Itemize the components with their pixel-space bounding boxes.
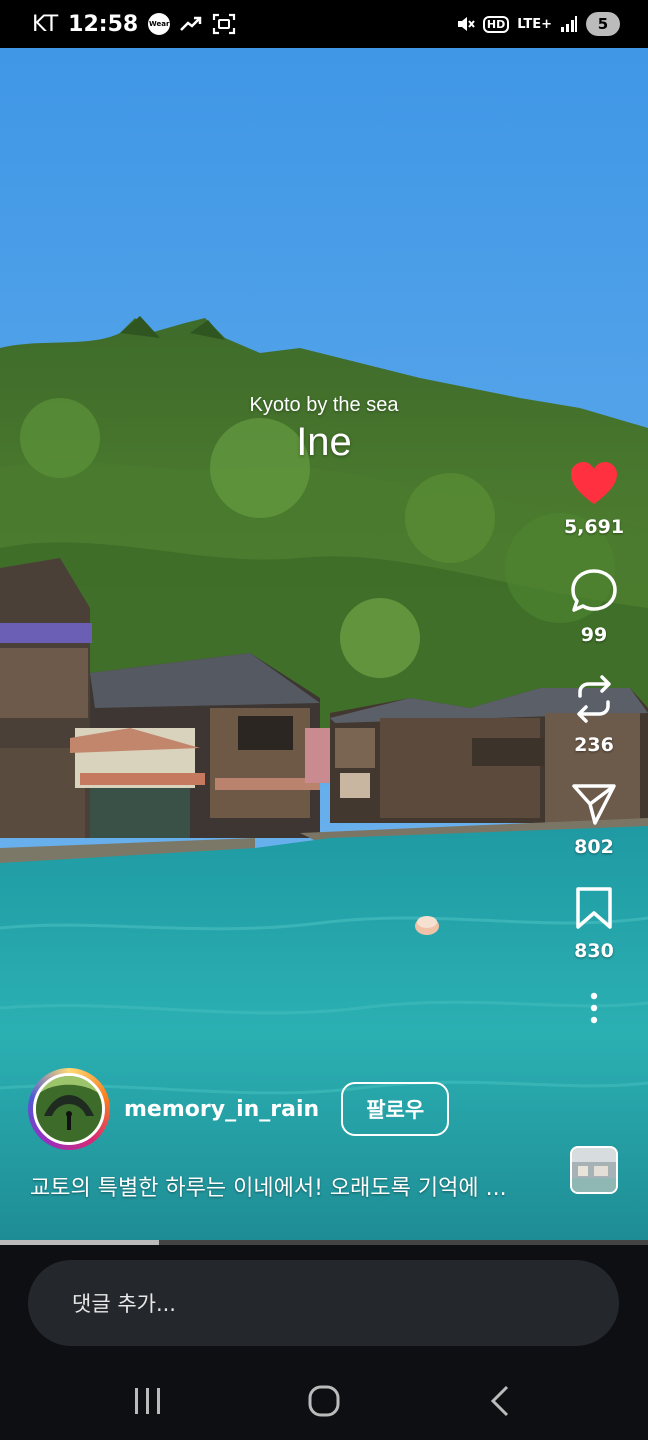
audio-thumbnail[interactable] [570, 1146, 618, 1194]
caption-text[interactable]: 교토의 특별한 하루는 이네에서! 오래도록 기억에 ... [30, 1170, 507, 1202]
repost-icon [572, 674, 616, 728]
back-icon [488, 1384, 512, 1422]
bookmark-icon [574, 886, 614, 934]
repost-button[interactable]: 236 [572, 674, 616, 756]
trend-icon [180, 16, 202, 32]
system-nav-bar [0, 1365, 648, 1440]
send-icon [571, 782, 617, 830]
repost-count: 236 [574, 734, 614, 756]
reel-video[interactable]: Kyoto by the sea Ine 5,691 99 236 802 83… [0, 48, 648, 1242]
bottom-bar: 댓글 추가... [0, 1245, 648, 1440]
battery-icon: 5 [586, 12, 620, 36]
more-options-button[interactable] [589, 992, 599, 1028]
status-bar: KT 12:58 Wear HD LTE+ 5 [0, 0, 648, 48]
mute-icon [455, 14, 475, 34]
save-count: 830 [574, 940, 614, 962]
heart-icon [569, 460, 619, 510]
screen-capture-icon [212, 13, 236, 35]
recent-apps-icon [132, 1387, 164, 1419]
like-count: 5,691 [563, 516, 625, 538]
home-button[interactable] [294, 1373, 354, 1433]
like-button[interactable]: 5,691 [564, 460, 624, 538]
more-vertical-icon [589, 992, 599, 1028]
wear-icon: Wear [148, 13, 171, 35]
home-icon [307, 1384, 341, 1422]
hd-voice-icon: HD [482, 15, 510, 33]
carrier-label: KT [32, 11, 59, 37]
clock: 12:58 [68, 11, 139, 37]
share-count: 802 [574, 836, 614, 858]
comment-button[interactable]: 99 [570, 568, 618, 646]
comment-count: 99 [580, 624, 608, 646]
recent-apps-button[interactable] [118, 1373, 178, 1433]
author-row: memory_in_rain 팔로우 [28, 1068, 450, 1150]
video-title: Ine [296, 420, 352, 464]
video-subtitle: Kyoto by the sea [249, 394, 399, 416]
author-username[interactable]: memory_in_rain [124, 1097, 319, 1122]
avatar-image [33, 1073, 105, 1145]
follow-button[interactable]: 팔로우 [341, 1082, 450, 1136]
save-button[interactable]: 830 [574, 886, 614, 962]
lte-icon: LTE+ [517, 16, 552, 32]
back-button[interactable] [470, 1373, 530, 1433]
comment-input[interactable]: 댓글 추가... [28, 1260, 619, 1346]
share-button[interactable]: 802 [571, 782, 617, 858]
avatar[interactable] [28, 1068, 110, 1150]
signal-icon [560, 15, 578, 33]
comment-icon [570, 568, 618, 618]
comment-input-placeholder: 댓글 추가... [72, 1292, 176, 1316]
action-rail: 5,691 99 236 802 830 [549, 460, 639, 1028]
